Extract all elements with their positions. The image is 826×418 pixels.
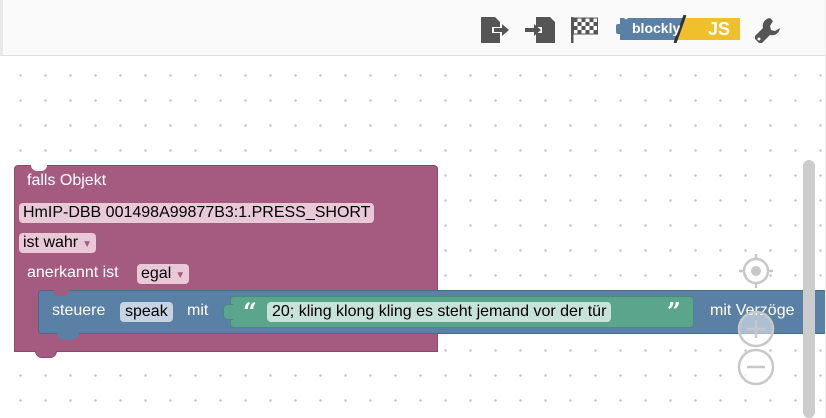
js-label: JS xyxy=(708,19,731,39)
ack-dropdown[interactable]: egal ▼ xyxy=(137,264,190,284)
ack-label: anerkannt ist xyxy=(27,264,119,281)
blockly-editor: blockly JS falls Objekt HmIP-DBB 001498A… xyxy=(0,0,826,418)
text-field[interactable]: 20; kling klong kling es steht jemand vo… xyxy=(267,302,612,322)
recenter-icon xyxy=(739,254,773,288)
export-icon xyxy=(481,17,509,43)
import-icon xyxy=(525,17,555,43)
control-label: steuere xyxy=(52,302,106,319)
recenter-button[interactable] xyxy=(736,251,776,291)
block-bottom-tab xyxy=(57,333,79,340)
settings-button[interactable] xyxy=(752,14,784,46)
zoom-in-button[interactable] xyxy=(736,309,776,349)
condition-value: ist wahr xyxy=(23,234,79,251)
condition-dropdown[interactable]: ist wahr ▼ xyxy=(19,233,97,253)
with-label: mit xyxy=(187,302,209,319)
block-bottom-tab xyxy=(35,351,57,358)
import-button[interactable] xyxy=(524,14,556,46)
export-button[interactable] xyxy=(478,14,510,46)
output-connector xyxy=(223,304,233,320)
zoom-in-icon xyxy=(737,310,775,348)
vertical-scrollbar[interactable] xyxy=(803,160,815,418)
zoom-out-button[interactable] xyxy=(736,347,776,387)
wrench-icon xyxy=(755,18,780,43)
zoom-out-icon xyxy=(737,348,775,386)
workspace[interactable]: falls Objekt HmIP-DBB 001498A99877B3:1.P… xyxy=(0,57,826,418)
dropdown-arrow-icon: ▼ xyxy=(175,270,186,281)
checkered-flag-icon xyxy=(571,17,598,43)
target-field[interactable]: speak xyxy=(120,302,173,322)
toolbar-edge xyxy=(0,0,3,56)
object-id-field[interactable]: HmIP-DBB 001498A99877B3:1.PRESS_SHORT xyxy=(19,203,375,223)
toolbar: blockly JS xyxy=(0,0,826,56)
blockly-label: blockly xyxy=(632,20,681,36)
blockly-js-toggle[interactable]: blockly JS xyxy=(614,14,742,44)
text-block[interactable]: “ 20; kling klong kling es steht jemand … xyxy=(223,296,694,328)
block-notch xyxy=(53,290,69,296)
open-quote-icon: “ xyxy=(243,297,257,326)
block-notch xyxy=(31,165,47,171)
trigger-title: falls Objekt xyxy=(27,172,107,189)
ack-value: egal xyxy=(141,265,172,282)
dropdown-arrow-icon: ▼ xyxy=(82,239,93,250)
close-quote-icon: ” xyxy=(667,297,681,326)
run-button[interactable] xyxy=(568,14,600,46)
